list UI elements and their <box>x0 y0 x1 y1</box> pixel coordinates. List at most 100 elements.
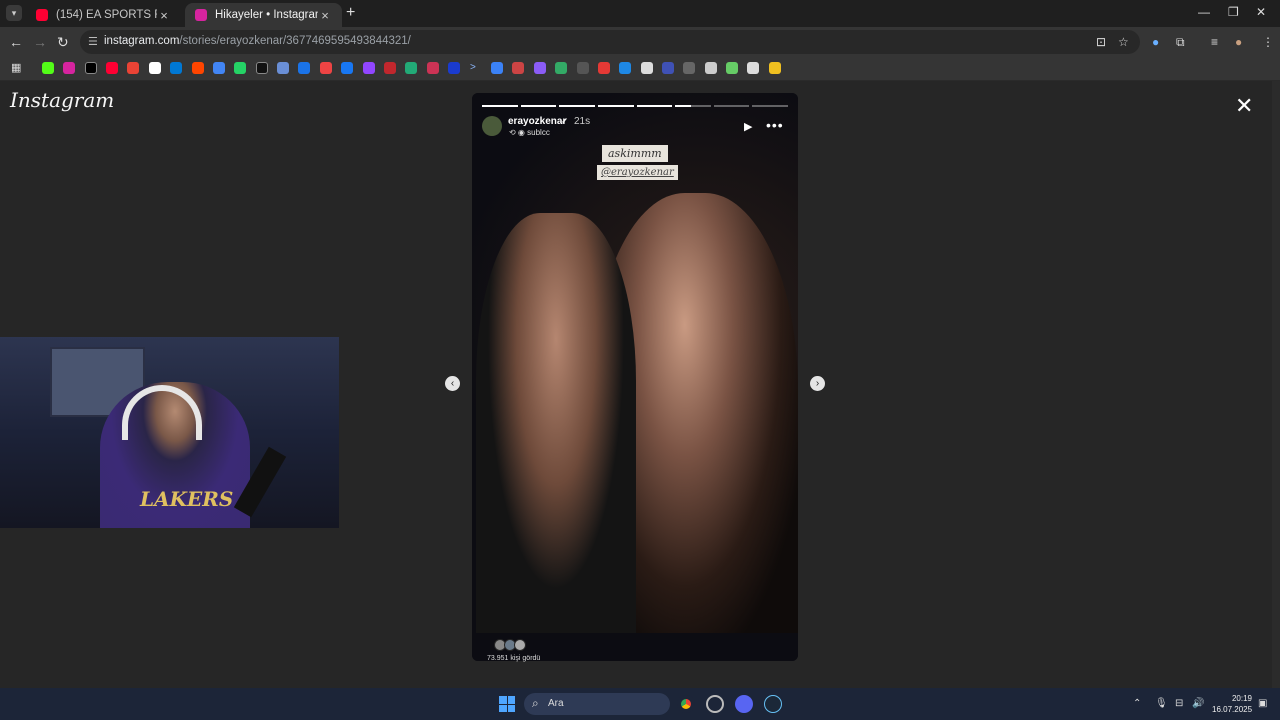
page-scrollbar[interactable] <box>1272 81 1280 688</box>
more-options-icon[interactable]: ••• <box>766 117 784 133</box>
bookmark-x-icon[interactable] <box>85 62 97 74</box>
story-progress-segment <box>482 105 518 107</box>
close-story-icon[interactable]: ✕ <box>1235 93 1253 119</box>
bookmark-translate-icon[interactable] <box>213 62 225 74</box>
bookmark-coin-icon[interactable] <box>769 62 781 74</box>
bookmark-youtube-icon[interactable] <box>106 62 118 74</box>
chrome-icon[interactable] <box>677 695 695 713</box>
youtube-icon <box>36 9 48 21</box>
tab-search-icon[interactable]: ▾ <box>6 5 22 21</box>
window-close-button[interactable]: ✕ <box>1256 5 1266 19</box>
story-username[interactable]: erayozkenar <box>508 116 566 127</box>
bookmark-instagram-icon[interactable] <box>63 62 75 74</box>
reload-icon[interactable]: ↻ <box>57 34 69 51</box>
story-caption: askimmm <box>602 145 668 162</box>
bookmark-shield-icon[interactable] <box>384 62 396 74</box>
bookmark-globe-icon[interactable] <box>641 62 653 74</box>
obs-icon[interactable] <box>706 695 724 713</box>
bookmark-google-icon[interactable] <box>149 62 161 74</box>
windows-logo-pane <box>507 704 515 712</box>
bookmark-whatsapp-icon[interactable] <box>234 62 246 74</box>
story-progress-segment <box>597 105 634 107</box>
windows-logo-pane <box>507 696 515 704</box>
address-bar[interactable]: ☰ instagram.com/stories/erayozkenar/3677… <box>80 30 1140 54</box>
url-text[interactable]: instagram.com/stories/erayozkenar/367746… <box>104 35 411 47</box>
tab-strip: ▾ (154) EA SPORTS FC 26 | Resmî × Hikaye… <box>0 0 1280 27</box>
bookmarks-bar: ▦ > <box>0 57 1280 81</box>
bookmark-chart-icon[interactable] <box>598 62 610 74</box>
bookmark-calendar-icon[interactable] <box>320 62 332 74</box>
bookmark-twitch-icon[interactable] <box>363 62 375 74</box>
story-repost[interactable]: ⟲ ◉ sublcc <box>509 128 550 137</box>
jersey-text: LAKERS <box>140 487 234 511</box>
extension-icon[interactable]: ● <box>1152 35 1159 49</box>
bookmark-play-icon[interactable] <box>298 62 310 74</box>
start-button[interactable] <box>499 696 515 712</box>
notification-icon[interactable]: ▣ <box>1258 698 1267 709</box>
bookmark-b-icon[interactable] <box>448 62 460 74</box>
bookmark-text-icon[interactable] <box>577 62 589 74</box>
minimize-button[interactable]: — <box>1198 5 1210 19</box>
bookmark-play2-icon[interactable] <box>619 62 631 74</box>
viewer-avatar <box>514 639 526 651</box>
discord-icon[interactable] <box>735 695 753 713</box>
bookmark-s-icon[interactable] <box>534 62 546 74</box>
volume-icon[interactable]: 🔊 <box>1192 698 1204 709</box>
bookmark-stack-icon[interactable] <box>747 62 759 74</box>
install-app-icon[interactable]: ⊡ <box>1096 35 1106 49</box>
bookmark-outlook-icon[interactable] <box>170 62 182 74</box>
bookmark-web-icon[interactable] <box>277 62 289 74</box>
browser-toolbar: ← → ↻ ☰ instagram.com/stories/erayozkena… <box>0 27 1280 57</box>
windows-logo-pane <box>499 696 507 704</box>
story-mention[interactable]: @erayozkenar <box>597 165 678 180</box>
bookmark-person-icon[interactable] <box>726 62 738 74</box>
story-card[interactable]: erayozkenar ✓ 21s ⟲ ◉ sublcc ▶ ••• askim… <box>472 93 798 661</box>
microphone-icon[interactable]: 🎙 <box>1155 698 1168 709</box>
story-avatar[interactable] <box>482 116 502 136</box>
back-icon[interactable]: ← <box>9 34 23 50</box>
bookmark-ball-icon[interactable] <box>427 62 439 74</box>
taskbar-search[interactable]: ⌕ Ara <box>524 693 670 715</box>
bookmark-figure-icon[interactable] <box>555 62 567 74</box>
profile-avatar[interactable]: ● <box>1235 35 1242 49</box>
tab-instagram[interactable]: Hikayeler • Instagram × <box>185 3 342 27</box>
bookmark-tiktok-icon[interactable] <box>256 62 268 74</box>
bookmark-reddit-icon[interactable] <box>192 62 204 74</box>
play-icon[interactable]: ▶ <box>744 120 752 133</box>
forward-icon[interactable]: → <box>33 34 47 50</box>
menu-icon[interactable]: ⋮ <box>1262 35 1274 49</box>
close-tab-icon[interactable]: × <box>318 8 332 23</box>
site-info-icon[interactable]: ☰ <box>88 35 98 48</box>
bookmark-kick-icon[interactable] <box>42 62 54 74</box>
verified-icon: ✓ <box>561 116 569 126</box>
story-viewers[interactable]: 73.951 kişi gördü <box>472 637 798 687</box>
previous-story-button[interactable]: ‹ <box>445 376 460 391</box>
instagram-logo[interactable]: Instagram <box>10 88 114 112</box>
new-tab-button[interactable]: + <box>346 4 355 22</box>
bookmark-star-icon[interactable]: ☆ <box>1118 35 1129 49</box>
story-progress-segment <box>752 105 788 107</box>
tab-youtube[interactable]: (154) EA SPORTS FC 26 | Resmî × <box>26 3 181 27</box>
bookmark-flag-icon[interactable] <box>405 62 417 74</box>
clock[interactable]: 20:19 16.07.2025 <box>1212 693 1252 715</box>
steam-icon[interactable] <box>764 695 782 713</box>
bookmark-facebook-icon[interactable] <box>341 62 353 74</box>
story-progress-bar <box>482 105 788 107</box>
bookmark-brain-icon[interactable] <box>512 62 524 74</box>
close-tab-icon[interactable]: × <box>157 8 171 23</box>
search-icon: ⌕ <box>532 696 539 710</box>
apps-grid-icon[interactable]: ▦ <box>11 62 23 74</box>
next-story-button[interactable]: › <box>810 376 825 391</box>
bookmark-arrow-icon[interactable]: > <box>470 62 482 74</box>
tray-overflow-icon[interactable]: ⌃ <box>1133 698 1141 709</box>
extensions-puzzle-icon[interactable]: ⧉ <box>1176 35 1185 50</box>
restore-button[interactable]: ❐ <box>1228 5 1239 19</box>
bookmark-gmail-icon[interactable] <box>127 62 139 74</box>
bookmark-circle-icon[interactable] <box>705 62 717 74</box>
bookmark-window-icon[interactable] <box>491 62 503 74</box>
bookmark-s2-icon[interactable] <box>662 62 674 74</box>
bookmark-link-icon[interactable] <box>683 62 695 74</box>
network-icon[interactable]: ⊟ <box>1175 698 1183 709</box>
media-control-icon[interactable]: ≡ <box>1211 35 1218 49</box>
url-path: /stories/erayozkenar/3677469595493844321… <box>179 35 411 47</box>
